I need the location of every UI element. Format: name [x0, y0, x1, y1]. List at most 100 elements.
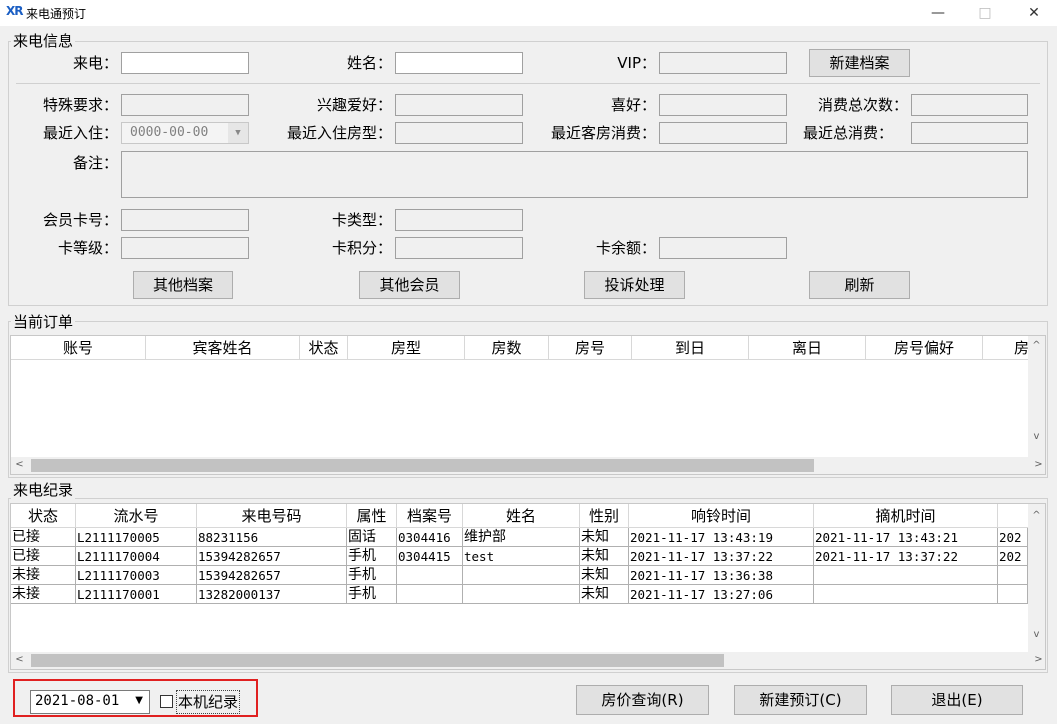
card-balance-label: 卡余额：: [595, 239, 656, 257]
column-header[interactable]: 流水号: [76, 504, 197, 527]
chevron-down-icon[interactable]: ▼: [135, 695, 143, 706]
cell: 固话: [347, 528, 397, 546]
local-records-label[interactable]: 本机纪录: [176, 690, 241, 714]
column-header[interactable]: 响铃时间: [629, 504, 814, 527]
column-header[interactable]: 房号偏好: [866, 336, 983, 359]
card-type-label: 卡类型：: [331, 211, 392, 229]
new-profile-button[interactable]: 新建档案: [809, 49, 910, 77]
new-booking-button[interactable]: 新建预订(C): [734, 685, 867, 715]
cell: [998, 566, 1028, 584]
scroll-down-icon[interactable]: v: [1028, 629, 1045, 640]
date-picker[interactable]: 2021-08-01 ▼: [30, 690, 150, 714]
column-header[interactable]: 档案号: [397, 504, 463, 527]
column-header[interactable]: 状态: [11, 504, 76, 527]
cell: 已接: [11, 528, 76, 546]
total-visits-field: [911, 94, 1028, 116]
price-query-button[interactable]: 房价查询(R): [576, 685, 709, 715]
column-header[interactable]: 来电号码: [197, 504, 347, 527]
cell: 0304416: [397, 528, 463, 546]
last-checkin-label: 最近入住：: [42, 124, 118, 142]
cell: 手机: [347, 547, 397, 565]
cell: 手机: [347, 585, 397, 603]
cell: 2021-11-17 13:37:22: [629, 547, 814, 565]
phone-input[interactable]: [121, 52, 249, 74]
column-header[interactable]: 摘机时间: [814, 504, 998, 527]
orders-vertical-scrollbar[interactable]: ^ v: [1028, 336, 1045, 457]
column-header[interactable]: 属性: [347, 504, 397, 527]
card-points-label: 卡积分：: [331, 239, 392, 257]
table-row[interactable]: 已接 L2111170004 15394282657 手机 0304415 te…: [11, 547, 1045, 566]
cell: 13282000137: [197, 585, 347, 603]
column-header[interactable]: [998, 504, 1028, 527]
cell: 2021-11-17 13:43:19: [629, 528, 814, 546]
cell: 已接: [11, 547, 76, 565]
cell: [463, 585, 580, 603]
cell: 88231156: [197, 528, 347, 546]
column-header[interactable]: 姓名: [463, 504, 580, 527]
cell: [397, 566, 463, 584]
orders-horizontal-scrollbar[interactable]: < >: [11, 457, 1045, 474]
scroll-up-icon[interactable]: ^: [1028, 510, 1045, 521]
complaint-button[interactable]: 投诉处理: [584, 271, 685, 299]
current-orders-group-label: 当前订单: [11, 313, 76, 331]
cell: L2111170003: [76, 566, 197, 584]
cell: [397, 585, 463, 603]
title-bar: XR 来电通预订 — □ ✕: [0, 0, 1057, 26]
scroll-right-icon[interactable]: >: [1030, 654, 1045, 665]
special-req-field: [121, 94, 249, 116]
scroll-left-icon[interactable]: <: [11, 654, 28, 665]
column-header[interactable]: 状态: [300, 336, 348, 359]
other-profiles-button[interactable]: 其他档案: [133, 271, 233, 299]
card-level-label: 卡等级：: [57, 239, 118, 257]
column-header[interactable]: 宾客姓名: [146, 336, 300, 359]
minimize-button[interactable]: —: [918, 0, 958, 26]
name-input[interactable]: [395, 52, 523, 74]
card-type-field: [395, 209, 523, 231]
table-row[interactable]: 已接 L2111170005 88231156 固话 0304416 维护部 未…: [11, 528, 1045, 547]
close-button[interactable]: ✕: [1014, 0, 1054, 26]
column-header[interactable]: 到日: [632, 336, 749, 359]
table-row[interactable]: 未接 L2111170001 13282000137 手机 未知 2021-11…: [11, 585, 1045, 604]
records-horizontal-scrollbar[interactable]: < >: [11, 652, 1045, 669]
scroll-down-icon[interactable]: v: [1028, 431, 1045, 442]
column-header[interactable]: 性别: [580, 504, 629, 527]
column-header[interactable]: 房型: [348, 336, 465, 359]
cell: 未接: [11, 566, 76, 584]
card-no-label: 会员卡号：: [42, 211, 118, 229]
table-row[interactable]: 未接 L2111170003 15394282657 手机 未知 2021-11…: [11, 566, 1045, 585]
local-records-checkbox[interactable]: [160, 695, 173, 708]
exit-button[interactable]: 退出(E): [891, 685, 1023, 715]
current-orders-table: 账号 宾客姓名 状态 房型 房数 房号 到日 离日 房号偏好 房 ^ v < >: [10, 335, 1046, 475]
refresh-button[interactable]: 刷新: [809, 271, 910, 299]
cell: L2111170001: [76, 585, 197, 603]
cell: L2111170005: [76, 528, 197, 546]
card-no-field: [121, 209, 249, 231]
preference-label: 喜好：: [610, 96, 656, 114]
scroll-up-icon[interactable]: ^: [1028, 340, 1045, 351]
column-header[interactable]: 房号: [549, 336, 632, 359]
vip-label: VIP：: [617, 54, 656, 72]
column-header[interactable]: 房: [983, 336, 1029, 359]
last-total-spend-label: 最近总消费：: [802, 124, 893, 142]
card-level-field: [121, 237, 249, 259]
scrollbar-thumb[interactable]: [31, 654, 724, 667]
cell: 手机: [347, 566, 397, 584]
cell: 未知: [580, 547, 629, 565]
column-header[interactable]: 离日: [749, 336, 866, 359]
column-header[interactable]: 账号: [11, 336, 146, 359]
cell: 2021-11-17 13:43:21: [814, 528, 998, 546]
column-header[interactable]: 房数: [465, 336, 549, 359]
cell: 15394282657: [197, 547, 347, 565]
other-members-button[interactable]: 其他会员: [359, 271, 460, 299]
records-vertical-scrollbar[interactable]: ^ v: [1028, 504, 1045, 652]
scroll-left-icon[interactable]: <: [11, 459, 28, 470]
current-orders-header: 账号 宾客姓名 状态 房型 房数 房号 到日 离日 房号偏好 房: [11, 336, 1045, 360]
cell: 15394282657: [197, 566, 347, 584]
maximize-button[interactable]: □: [965, 0, 1005, 26]
scrollbar-thumb[interactable]: [31, 459, 814, 472]
scroll-right-icon[interactable]: >: [1030, 459, 1045, 470]
special-req-label: 特殊要求：: [42, 96, 118, 114]
cell: 202: [998, 547, 1028, 565]
total-visits-label: 消费总次数：: [817, 96, 908, 114]
cell: [814, 585, 998, 603]
